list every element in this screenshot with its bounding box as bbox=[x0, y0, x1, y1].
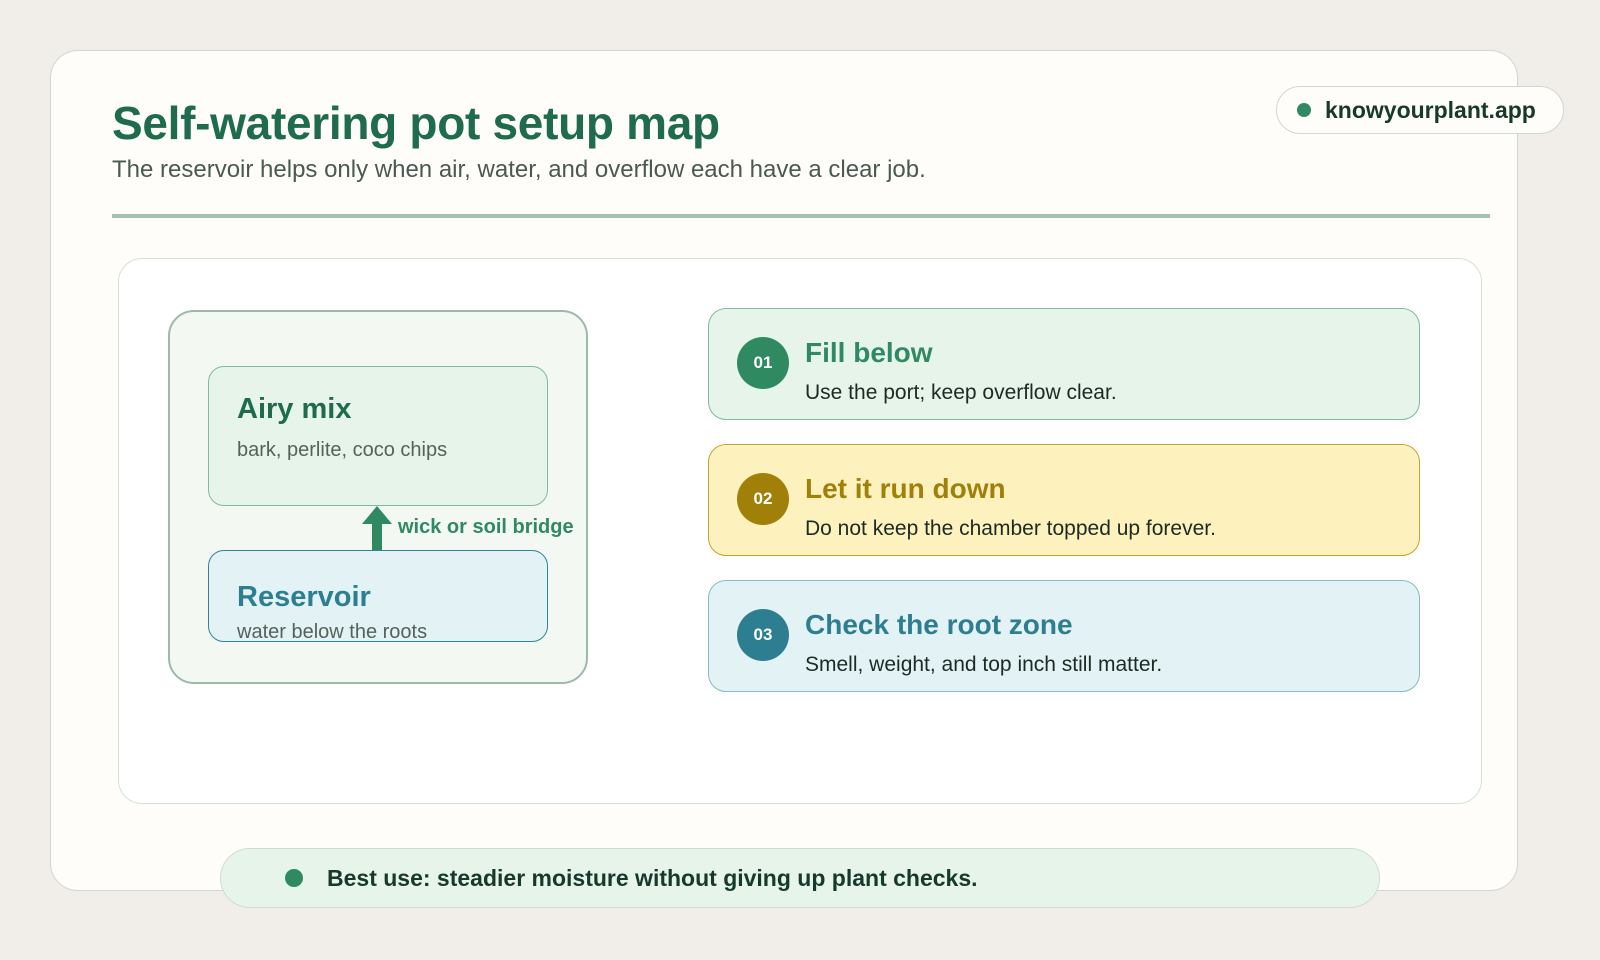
brand-name: knowyourplant.app bbox=[1325, 96, 1536, 123]
best-use-text: Best use: steadier moisture without givi… bbox=[327, 864, 978, 891]
reservoir-title: Reservoir bbox=[237, 581, 371, 613]
brand-badge[interactable]: knowyourplant.app bbox=[1276, 86, 1564, 134]
step-card-check-root-zone: 03 Check the root zone Smell, weight, an… bbox=[708, 580, 1420, 692]
step-detail: Smell, weight, and top inch still matter… bbox=[805, 653, 1163, 676]
step-card-let-it-run-down: 02 Let it run down Do not keep the chamb… bbox=[708, 444, 1420, 556]
connector-label: wick or soil bridge bbox=[398, 516, 574, 538]
divider bbox=[112, 214, 1490, 218]
airy-mix-box: Airy mix bark, perlite, coco chips bbox=[208, 366, 548, 506]
step-title: Fill below bbox=[805, 337, 933, 368]
step-title: Let it run down bbox=[805, 473, 1006, 504]
bullet-dot-icon bbox=[285, 869, 303, 887]
step-detail: Do not keep the chamber topped up foreve… bbox=[805, 517, 1216, 540]
airy-mix-detail: bark, perlite, coco chips bbox=[237, 439, 448, 461]
page-subtitle: The reservoir helps only when air, water… bbox=[112, 156, 926, 183]
reservoir-box: Reservoir water below the roots bbox=[208, 550, 548, 642]
airy-mix-title: Airy mix bbox=[237, 393, 352, 425]
best-use-banner: Best use: steadier moisture without givi… bbox=[220, 848, 1380, 908]
step-title: Check the root zone bbox=[805, 609, 1073, 640]
brand-dot-icon bbox=[1297, 103, 1311, 117]
step-detail: Use the port; keep overflow clear. bbox=[805, 381, 1117, 404]
step-number-badge: 03 bbox=[737, 609, 789, 661]
step-card-fill-below: 01 Fill below Use the port; keep overflo… bbox=[708, 308, 1420, 420]
reservoir-detail: water below the roots bbox=[237, 621, 428, 642]
step-number-badge: 01 bbox=[737, 337, 789, 389]
step-number-badge: 02 bbox=[737, 473, 789, 525]
up-arrow-icon bbox=[362, 506, 392, 550]
page-title: Self-watering pot setup map bbox=[112, 97, 720, 149]
